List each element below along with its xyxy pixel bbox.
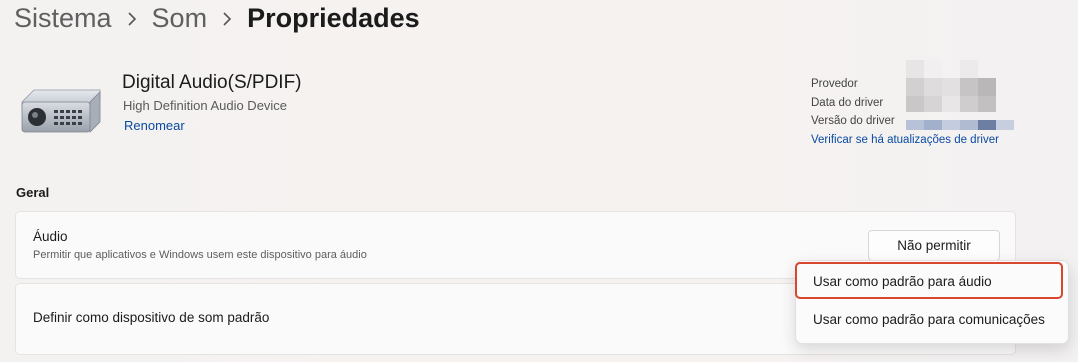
default-device-title: Definir como dispositivo de som padrão [33,310,270,325]
breadcrumb-som[interactable]: Som [152,3,208,34]
chevron-right-icon [112,3,152,34]
section-title-geral: Geral [16,185,50,200]
device-description: High Definition Audio Device [123,98,288,113]
driver-date-label: Data do driver [811,96,884,109]
menu-item-label: Usar como padrão para áudio [813,273,992,289]
audio-device-icon [20,86,102,136]
audio-setting-title: Áudio [33,229,68,244]
check-driver-updates-link[interactable]: Verificar se há atualizações de driver [811,134,999,146]
default-device-flyout: Usar como padrão para áudio Usar como pa… [795,260,1069,344]
driver-version-label: Versão do driver [811,115,895,127]
menu-item-default-communications[interactable]: Usar como padrão para comunicações [796,301,1068,337]
chevron-right-icon [207,3,247,34]
device-name: Digital Audio(S/PDIF) [122,72,302,93]
menu-item-label: Usar como padrão para comunicações [813,311,1045,327]
redacted-driver-values [906,60,1016,132]
rename-link[interactable]: Renomear [124,118,185,133]
audio-setting-description: Permitir que aplicativos e Windows usem … [33,249,367,261]
provider-label: Provedor [811,78,858,90]
menu-item-default-audio[interactable]: Usar como padrão para áudio [796,263,1068,299]
breadcrumb-sistema[interactable]: Sistema [14,3,112,34]
driver-info: Provedor Data do driver Versão do driver [811,75,895,131]
breadcrumb: Sistema Som Propriedades [14,0,420,36]
dont-allow-button[interactable]: Não permitir [868,230,1000,261]
page-title: Propriedades [247,2,420,33]
